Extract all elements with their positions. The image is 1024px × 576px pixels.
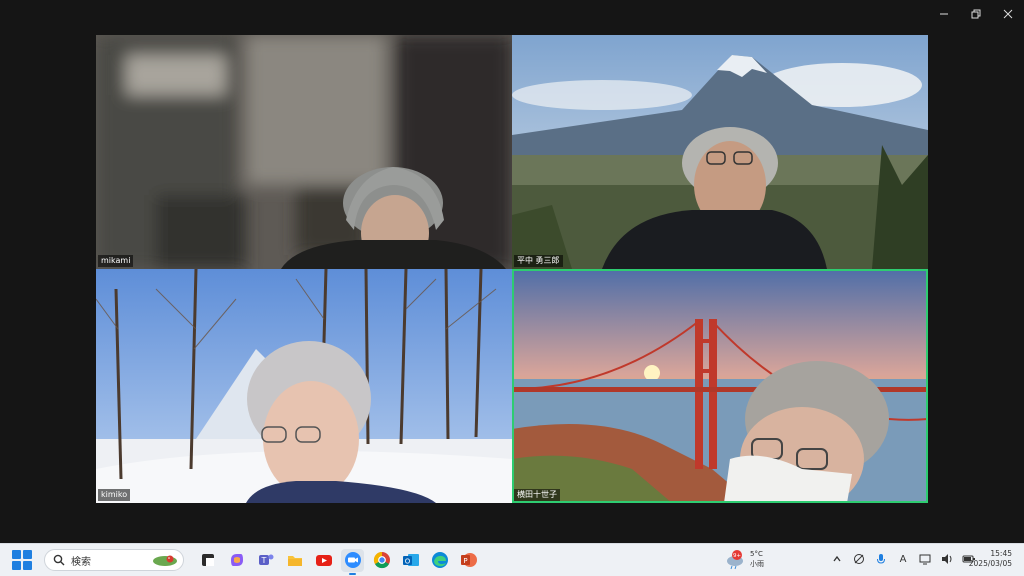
teams-icon[interactable]: T xyxy=(254,549,277,572)
participant-video xyxy=(96,269,512,503)
participant-name: kimiko xyxy=(98,489,131,501)
taskbar-apps: T O P xyxy=(196,548,480,575)
clock-date: 2025/03/05 xyxy=(968,559,1012,568)
copilot-icon[interactable] xyxy=(225,549,248,572)
participant-video xyxy=(96,35,512,269)
youtube-icon[interactable] xyxy=(312,549,335,572)
search-box[interactable]: 検索 xyxy=(44,549,184,571)
outlook-icon[interactable]: O xyxy=(399,549,422,572)
display-icon[interactable] xyxy=(918,552,932,566)
rain-cloud-icon: 9+ xyxy=(727,550,743,570)
video-tile-4[interactable]: 横田十世子 xyxy=(512,269,928,503)
svg-text:O: O xyxy=(404,558,410,566)
microphone-icon[interactable] xyxy=(874,552,888,566)
search-icon xyxy=(53,554,65,566)
video-tile-2[interactable]: 平中 勇三郎 xyxy=(512,35,928,269)
system-tray: A xyxy=(830,552,976,566)
participant-name: 平中 勇三郎 xyxy=(514,255,563,267)
file-explorer-icon[interactable] xyxy=(283,549,306,572)
powerpoint-icon[interactable]: P xyxy=(457,549,480,572)
participant-video xyxy=(512,269,928,503)
windows-logo-quad xyxy=(12,550,21,559)
clock-time: 15:45 xyxy=(990,549,1012,558)
weather-condition: 小雨 xyxy=(750,560,764,568)
video-tile-3[interactable]: kimiko xyxy=(96,269,512,503)
restore-icon[interactable] xyxy=(960,0,992,28)
speaker-icon[interactable] xyxy=(940,552,954,566)
network-icon[interactable] xyxy=(852,552,866,566)
close-icon[interactable] xyxy=(992,0,1024,28)
participant-name: mikami xyxy=(98,255,134,267)
start-button[interactable] xyxy=(12,550,32,570)
search-placeholder: 検索 xyxy=(71,556,91,568)
minimize-icon[interactable] xyxy=(928,0,960,28)
search-highlight-icon xyxy=(153,555,177,566)
svg-text:T: T xyxy=(260,556,266,565)
input-method-icon[interactable]: A xyxy=(896,552,910,566)
participant-name: 横田十世子 xyxy=(514,489,560,501)
svg-text:P: P xyxy=(463,557,467,565)
chrome-icon[interactable] xyxy=(370,549,393,572)
windows-logo-quad xyxy=(12,561,21,570)
clock[interactable]: 15:45 2025/03/05 xyxy=(969,549,1012,569)
weather-alert-badge: 9+ xyxy=(733,553,741,559)
weather-widget[interactable]: 9+ 5°C 小雨 xyxy=(724,548,764,570)
file-icon[interactable] xyxy=(196,549,219,572)
chevron-up-icon[interactable] xyxy=(830,552,844,566)
windows-logo-quad xyxy=(23,550,32,559)
window-controls xyxy=(928,0,1024,30)
windows-logo-quad xyxy=(23,561,32,570)
video-tile-1[interactable]: mikami xyxy=(96,35,512,269)
participant-video xyxy=(512,35,928,269)
taskbar: 検索 T O P 9+ 5°C 小雨 A 15:45 2025/03/05 xyxy=(0,543,1024,576)
zoom-icon[interactable] xyxy=(341,548,364,575)
weather-temp: 5°C xyxy=(750,550,763,558)
edge-icon[interactable] xyxy=(428,549,451,572)
